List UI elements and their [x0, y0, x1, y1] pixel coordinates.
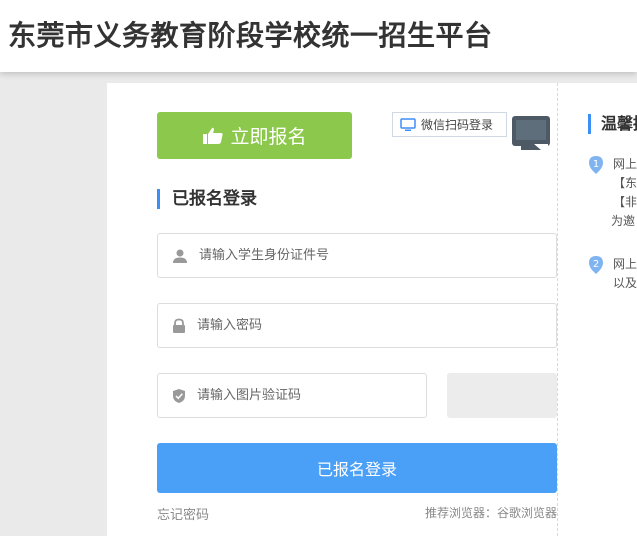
captcha-field[interactable]	[157, 373, 427, 418]
number-1-badge-icon: 1	[589, 156, 603, 174]
tip-subline: 【非	[613, 195, 637, 209]
id-number-input[interactable]	[199, 248, 556, 263]
login-section-title: 已报名登录	[157, 189, 257, 209]
shield-check-icon	[173, 388, 185, 403]
header: 东莞市义务教育阶段学校统一招生平台	[0, 0, 637, 72]
tip-item: 1 网上 【东 【非 为邀	[587, 155, 637, 235]
tip-number: 1	[593, 159, 599, 170]
number-2-badge-icon: 2	[589, 256, 603, 274]
register-button-label: 立即报名	[230, 126, 307, 148]
monitor-icon	[400, 117, 416, 131]
tip-subline: 【东	[613, 176, 637, 190]
thumbs-up-icon	[203, 127, 224, 144]
tips-title: 温馨提	[588, 114, 637, 134]
password-input[interactable]	[197, 318, 556, 333]
panel-divider	[557, 83, 558, 536]
desktop-switch-icon[interactable]	[510, 114, 552, 156]
qr-login-label: 微信扫码登录	[421, 118, 494, 132]
captcha-input[interactable]	[197, 388, 426, 403]
tip-subline: 以及	[613, 276, 637, 290]
user-icon	[173, 249, 187, 263]
tip-item: 2 网上 以及	[587, 255, 637, 295]
password-field[interactable]	[157, 303, 557, 348]
login-panel: 立即报名 微信扫码登录 已报名登录 请输入学生身份证件号 请输入图片验证码 已报…	[107, 83, 637, 536]
login-button[interactable]: 已报名登录	[157, 443, 557, 493]
captcha-image[interactable]	[447, 373, 557, 418]
tip-text: 网上	[613, 157, 637, 171]
site-title: 东莞市义务教育阶段学校统一招生平台	[8, 19, 493, 52]
browser-recommendation: 推荐浏览器：谷歌浏览器	[424, 506, 557, 520]
tip-number: 2	[593, 259, 599, 270]
tip-text: 网上	[613, 257, 637, 271]
wechat-qr-login-button[interactable]: 微信扫码登录	[392, 112, 507, 137]
forgot-password-link[interactable]: 忘记密码	[157, 504, 209, 523]
register-button[interactable]: 立即报名	[157, 112, 352, 159]
lock-icon	[173, 318, 185, 333]
id-number-field[interactable]	[157, 233, 557, 278]
tip-subline: 为邀	[611, 214, 636, 228]
